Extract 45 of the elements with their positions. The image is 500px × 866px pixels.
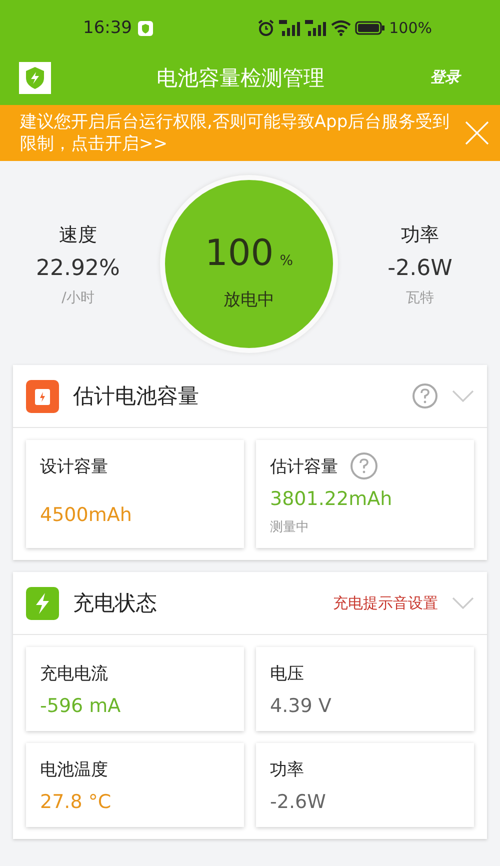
app-title: 电池容量检测管理 [156,64,326,92]
signal-icon [305,20,328,36]
clock-time: 16:39 [83,18,132,38]
tile-label: 估计容量 [270,456,338,478]
battery-icon [355,21,386,35]
expand-toggle[interactable] [452,597,474,609]
stat-value: -2.6W [388,256,452,280]
tile-value: 27.8 °C [40,791,112,813]
signal-icon [279,20,302,36]
stat-value: 22.92% [36,256,120,280]
stat-unit: 瓦特 [406,288,434,306]
tile-label: 充电电流 [40,662,108,684]
stat-label: 功率 [401,222,439,248]
shield-icon [138,20,153,36]
sound-settings-link[interactable]: 充电提示音设置 [333,594,438,612]
expand-toggle[interactable] [452,390,474,402]
tile-label: 电池温度 [40,758,108,780]
tile-value: 3801.22mAh [270,488,394,510]
app-logo-icon [19,62,51,94]
gauge-value: 100 [204,233,274,274]
section-title: 估计电池容量 [73,383,199,410]
tile-note: 测量中 [270,519,310,536]
alarm-icon [257,19,276,37]
tile-value: 4.39 V [270,695,332,717]
login-button[interactable]: 登录 [430,68,460,87]
tile-label: 功率 [270,758,304,780]
permission-banner[interactable]: 建议您开启后台运行权限,否则可能导致App后台服务受到限制，点击开启>> [0,105,500,161]
banner-text: 建议您开启后台运行权限,否则可能导致App后台服务受到限制，点击开启>> [20,111,451,155]
stat-unit: /小时 [62,288,94,306]
battery-icon [26,380,59,412]
tile-value: 4500mAh [40,504,133,526]
tile-value: -2.6W [270,791,327,813]
section-title: 充电状态 [73,590,157,617]
lightning-icon [26,586,59,620]
stat-label: 速度 [59,222,97,248]
help-icon[interactable] [412,383,438,409]
gauge-status: 放电中 [224,289,274,311]
tile-value: -596 mA [40,695,122,717]
gauge-unit: % [280,253,294,269]
close-icon[interactable] [464,120,490,146]
tile-label: 电压 [270,662,304,684]
wifi-icon [331,20,352,36]
tile-label: 设计容量 [40,456,108,478]
help-icon[interactable] [350,452,378,480]
battery-percent: 100% [389,19,432,37]
